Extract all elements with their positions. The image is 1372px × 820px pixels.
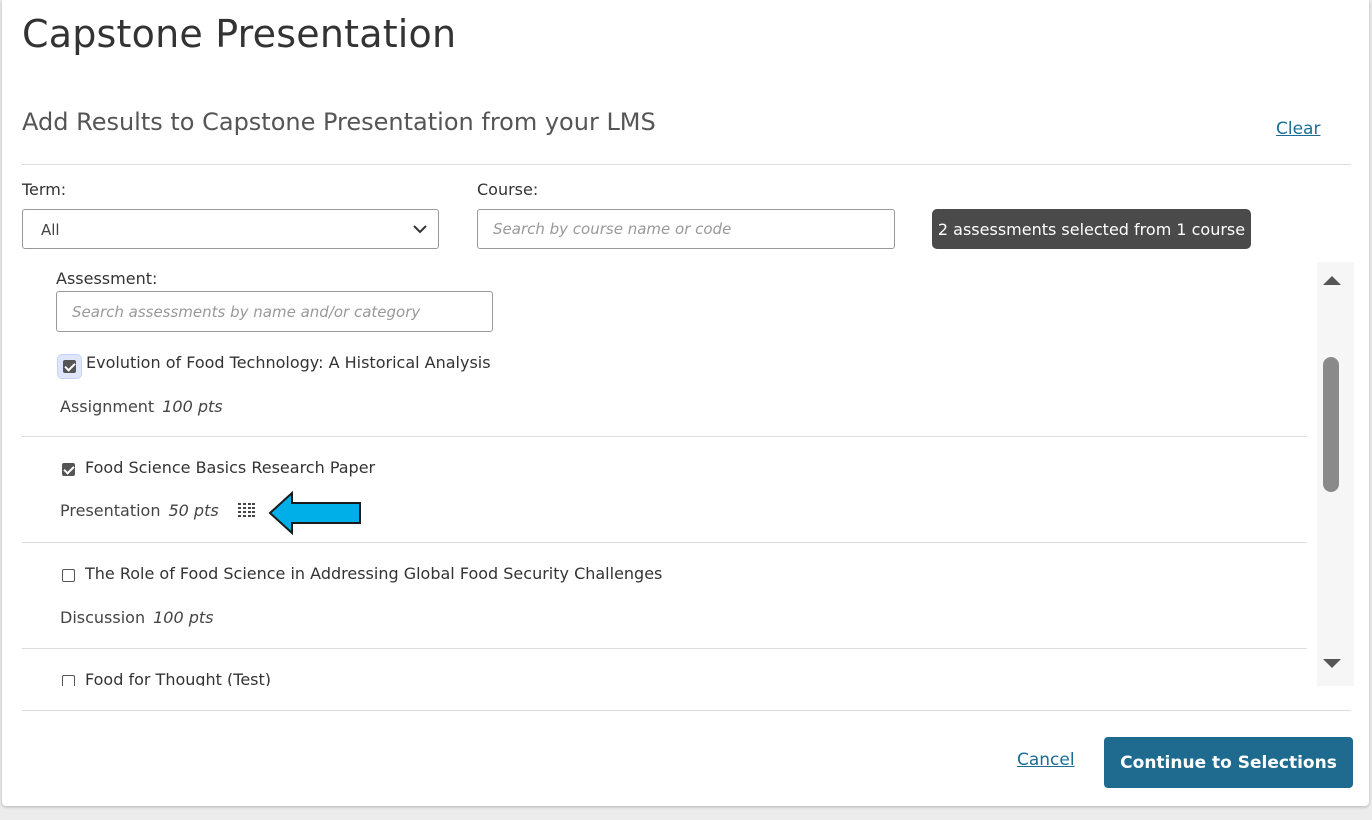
- checkbox-icon[interactable]: [63, 360, 76, 373]
- assessment-category: Assignment: [60, 397, 155, 416]
- page-title: Capstone Presentation: [22, 12, 457, 56]
- cancel-button[interactable]: Cancel: [1017, 750, 1075, 770]
- checkbox-icon[interactable]: [62, 569, 75, 582]
- rubric-grid-icon[interactable]: [238, 503, 256, 519]
- assessment-points: 100 pts: [153, 608, 214, 627]
- checkbox-icon[interactable]: [62, 463, 75, 476]
- divider: [22, 710, 1351, 711]
- assessment-search-input[interactable]: [56, 291, 493, 332]
- term-select[interactable]: All: [22, 209, 439, 249]
- assessment-meta: Discussion 100 pts: [60, 608, 213, 627]
- clear-link[interactable]: Clear: [1276, 119, 1320, 139]
- list-divider: [22, 542, 1307, 543]
- list-divider: [22, 648, 1307, 649]
- term-select-value: All: [41, 221, 60, 239]
- course-search-input[interactable]: [477, 209, 895, 249]
- selection-count-badge: 2 assessments selected from 1 course: [932, 209, 1251, 249]
- continue-to-selections-button[interactable]: Continue to Selections: [1104, 737, 1353, 788]
- assessment-title: The Role of Food Science in Addressing G…: [85, 564, 663, 583]
- callout-arrow-icon: [268, 491, 361, 535]
- dialog-subtitle: Add Results to Capstone Presentation fro…: [22, 108, 656, 136]
- assessment-meta: Presentation 50 pts: [60, 501, 219, 520]
- scrollbar-thumb[interactable]: [1323, 357, 1339, 492]
- scroll-up-icon[interactable]: [1323, 276, 1341, 285]
- assessment-points: 100 pts: [162, 397, 223, 416]
- assessment-points: 50 pts: [168, 501, 219, 520]
- course-label: Course:: [477, 180, 539, 199]
- assessment-meta: Assignment 100 pts: [60, 397, 223, 416]
- assessment-category: Discussion: [60, 608, 146, 627]
- term-label: Term:: [22, 180, 67, 199]
- scroll-down-icon[interactable]: [1323, 659, 1341, 668]
- assessment-list[interactable]: Assessment:: [2, 262, 1369, 708]
- divider: [22, 164, 1351, 165]
- list-divider: [22, 436, 1307, 437]
- chevron-down-icon: [413, 225, 427, 234]
- dialog: Capstone Presentation Add Results to Cap…: [2, 0, 1369, 806]
- assessment-title: Food Science Basics Research Paper: [85, 458, 376, 477]
- assessment-label: Assessment:: [56, 269, 158, 288]
- assessment-category: Presentation: [60, 501, 161, 520]
- assessment-title: Evolution of Food Technology: A Historic…: [86, 353, 491, 372]
- list-clip-mask: [2, 686, 1369, 708]
